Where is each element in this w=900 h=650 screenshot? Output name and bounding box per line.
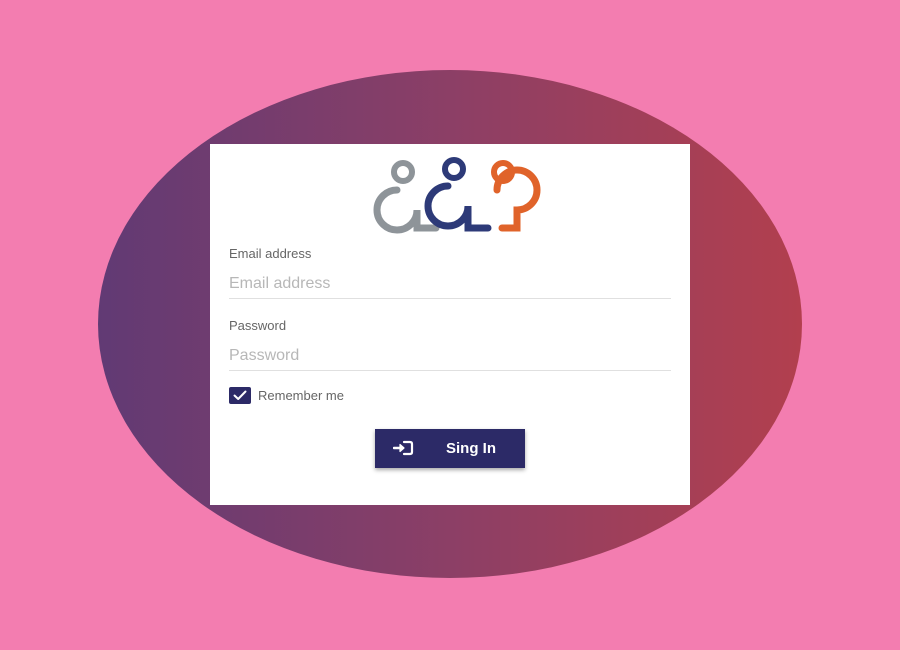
password-input[interactable] xyxy=(229,341,671,371)
email-label: Email address xyxy=(229,246,312,261)
email-input[interactable] xyxy=(229,269,671,299)
sign-in-button[interactable]: Sing In xyxy=(375,429,525,468)
remember-me-checkbox[interactable] xyxy=(229,387,251,404)
remember-me-label: Remember me xyxy=(258,388,344,403)
sign-in-label: Sing In xyxy=(446,440,496,457)
checkmark-icon xyxy=(233,390,247,400)
people-group-logo-icon xyxy=(373,157,541,234)
remember-me-toggle[interactable]: Remember me xyxy=(229,387,344,404)
sign-in-icon xyxy=(393,440,414,456)
password-label: Password xyxy=(229,318,287,333)
login-card: Email address Password Remember me Sing … xyxy=(210,144,690,505)
